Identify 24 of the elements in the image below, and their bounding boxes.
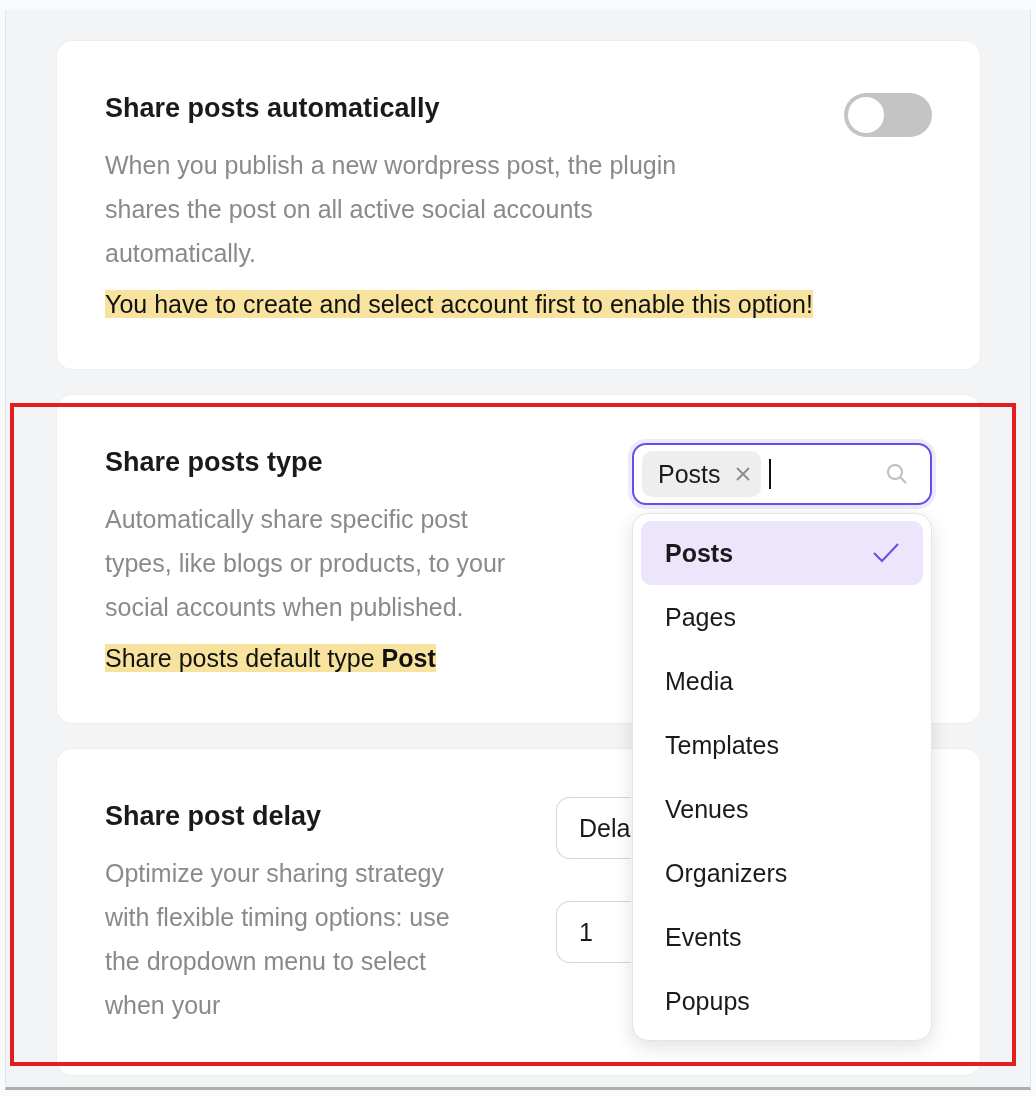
toggle-switch[interactable] (844, 93, 932, 137)
notice-text: You have to create and select account first to enable this option! (105, 290, 813, 318)
dropdown-option[interactable]: Media (641, 649, 923, 713)
tag-label: Posts (658, 459, 721, 489)
dropdown-option[interactable]: Posts (641, 521, 923, 585)
check-icon (873, 543, 899, 563)
search-icon (886, 463, 908, 485)
card-description: When you publish a new wordpress post, the plugin shares the post on all active social accounts automatically. (105, 150, 678, 269)
delay-input[interactable]: 1 (556, 901, 631, 963)
dropdown-option[interactable]: Organizers (641, 841, 923, 905)
card-title: Share post delay (105, 800, 323, 833)
dropdown-option[interactable]: Venues (641, 777, 923, 841)
card-title: Share posts automatically (105, 92, 441, 125)
notice-text: Share posts default type Post (105, 644, 436, 672)
delay-select[interactable]: Dela (556, 797, 631, 859)
text-cursor (768, 459, 771, 489)
card-title: Share posts type (105, 446, 324, 479)
remove-icon (734, 466, 751, 482)
dropdown-option[interactable]: Templates (641, 713, 923, 777)
dropdown-option[interactable]: Pages (641, 585, 923, 649)
dropdown-option[interactable]: Popups (641, 969, 923, 1033)
card-description: Optimize your sharing strategy with flexible timing options: use the dropdown menu to select when your (105, 858, 451, 1021)
card-description: Automatically share specific post types, like blogs or products, to your social accounts when published. (105, 504, 507, 623)
dropdown-option[interactable]: Events (641, 905, 923, 969)
